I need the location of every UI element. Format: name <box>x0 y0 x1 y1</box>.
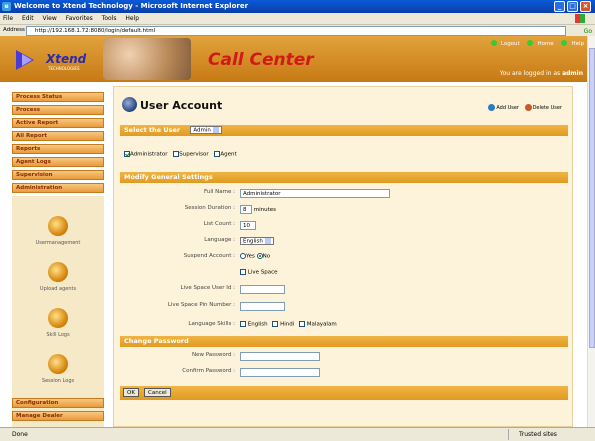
live-space-user-input[interactable] <box>240 285 285 294</box>
skill-logs-icon[interactable] <box>48 308 68 328</box>
security-zone: Trusted sites <box>508 429 593 440</box>
logged-in-status: You are logged in as admin <box>499 70 583 77</box>
window-title: Welcome to Xtend Technology - Microsoft … <box>14 2 249 10</box>
menu-view[interactable]: View <box>43 15 57 22</box>
supervisor-checkbox[interactable] <box>173 151 180 157</box>
browser-window: e Welcome to Xtend Technology - Microsof… <box>0 0 595 441</box>
select-user-label: Select the User <box>124 126 181 134</box>
logout-link[interactable]: Logout <box>488 40 520 47</box>
brand-title: Call Center <box>208 50 314 70</box>
vertical-scrollbar[interactable] <box>587 36 595 427</box>
agent-checkbox[interactable] <box>214 151 221 157</box>
session-duration-input[interactable]: 8 <box>240 205 252 214</box>
select-user-dropdown[interactable]: Admin <box>190 126 222 134</box>
skill-english-checkbox[interactable] <box>240 321 246 327</box>
user-account-panel: User Account Add User Delete User Select… <box>113 86 573 427</box>
skill-logs-label[interactable]: Skill Logs <box>12 332 104 338</box>
nav-agent-logs[interactable]: Agent Logs <box>12 157 104 167</box>
usermanagement-icon[interactable] <box>48 216 68 236</box>
title-bar: e Welcome to Xtend Technology - Microsof… <box>0 0 595 13</box>
chevron-down-icon <box>212 127 219 133</box>
logout-icon <box>490 40 497 46</box>
help-link[interactable]: Help <box>558 40 584 47</box>
home-icon <box>527 40 534 46</box>
admin-subpanel: Usermanagement Upload agents Skill Logs … <box>12 196 104 427</box>
nav-administration[interactable]: Administration <box>12 183 104 193</box>
form-actions: OK Cancel <box>120 386 568 400</box>
add-user-icon <box>488 104 496 111</box>
status-bar: Done Trusted sites <box>0 427 595 441</box>
address-bar: Address http://192.168.1.72:8080/login/d… <box>0 24 595 36</box>
new-password-input[interactable] <box>240 352 320 361</box>
menu-favorites[interactable]: Favorites <box>66 15 93 22</box>
logged-in-user: admin <box>562 70 583 77</box>
logo-arrow-accent-icon <box>22 54 32 66</box>
xtend-logo[interactable]: Xtend TECHNOLOGIES <box>12 46 102 74</box>
scrollbar-thumb[interactable] <box>589 48 595 348</box>
help-icon <box>561 40 568 46</box>
live-space-checkbox[interactable] <box>240 269 246 275</box>
administrator-checkbox[interactable] <box>124 151 130 157</box>
roles-row: Administrator Supervisor Agent <box>124 151 572 158</box>
skill-malayalam-checkbox[interactable] <box>299 321 306 327</box>
suspend-yes-radio[interactable] <box>240 253 246 259</box>
delete-user-link[interactable]: Delete User <box>533 105 562 111</box>
address-label: Address <box>3 27 25 33</box>
logo-text: Xtend <box>46 52 87 66</box>
menu-tools[interactable]: Tools <box>102 15 117 22</box>
cancel-button[interactable]: Cancel <box>144 388 171 397</box>
maximize-button[interactable]: □ <box>567 1 578 12</box>
usermanagement-label[interactable]: Usermanagement <box>12 240 104 246</box>
nav-manage-dealer[interactable]: Manage Dealer <box>12 411 104 421</box>
minimize-button[interactable]: _ <box>554 1 565 12</box>
home-link[interactable]: Home <box>524 40 554 47</box>
ok-button[interactable]: OK <box>123 388 139 397</box>
user-account-icon <box>122 97 137 112</box>
nav-reports[interactable]: Reports <box>12 144 104 154</box>
nav-active-report[interactable]: Active Report <box>12 118 104 128</box>
select-user-header: Select the User Admin <box>120 125 568 136</box>
site-header: Xtend TECHNOLOGIES Call Center Logout Ho… <box>0 36 587 82</box>
add-user-link[interactable]: Add User <box>496 105 519 111</box>
nav-process[interactable]: Process <box>12 105 104 115</box>
page-title: User Account <box>140 99 223 112</box>
nav-process-status[interactable]: Process Status <box>12 92 104 102</box>
menu-help[interactable]: Help <box>125 15 139 22</box>
windows-logo-icon <box>575 14 585 23</box>
upload-agents-label[interactable]: Upload agents <box>12 286 104 292</box>
user-actions: Add User Delete User <box>484 104 562 111</box>
suspend-no-radio[interactable] <box>256 253 263 259</box>
session-logs-icon[interactable] <box>48 354 68 374</box>
menu-bar: File Edit View Favorites Tools Help <box>0 13 595 24</box>
live-space-pin-input[interactable] <box>240 302 285 311</box>
skill-hindi-checkbox[interactable] <box>272 321 279 327</box>
full-name-input[interactable]: Administrator <box>240 189 390 198</box>
status-text: Done <box>12 431 28 438</box>
nav-supervision[interactable]: Supervision <box>12 170 104 180</box>
upload-agents-icon[interactable] <box>48 262 68 282</box>
close-button[interactable]: × <box>580 1 591 12</box>
list-count-input[interactable]: 10 <box>240 221 256 230</box>
nav-all-report[interactable]: All Report <box>12 131 104 141</box>
top-links: Logout Home Help <box>485 40 584 47</box>
confirm-password-input[interactable] <box>240 368 320 377</box>
chevron-down-icon <box>264 238 271 244</box>
delete-user-icon <box>524 104 532 111</box>
nav-configuration[interactable]: Configuration <box>12 398 104 408</box>
page-viewport: Xtend TECHNOLOGIES Call Center Logout Ho… <box>0 36 587 427</box>
left-nav: Process Status Process Active Report All… <box>0 84 106 427</box>
session-logs-label[interactable]: Session Logs <box>12 378 104 384</box>
logo-subtext: TECHNOLOGIES <box>48 66 80 71</box>
menu-edit[interactable]: Edit <box>22 15 34 22</box>
menu-file[interactable]: File <box>3 15 13 22</box>
change-password-header: Change Password <box>120 336 568 347</box>
ie-icon: e <box>2 2 11 11</box>
header-photo <box>103 38 191 80</box>
language-select[interactable]: English <box>240 237 274 245</box>
address-input[interactable]: http://192.168.1.72:8080/login/default.h… <box>26 26 566 36</box>
general-settings-header: Modify General Settings <box>120 172 568 183</box>
